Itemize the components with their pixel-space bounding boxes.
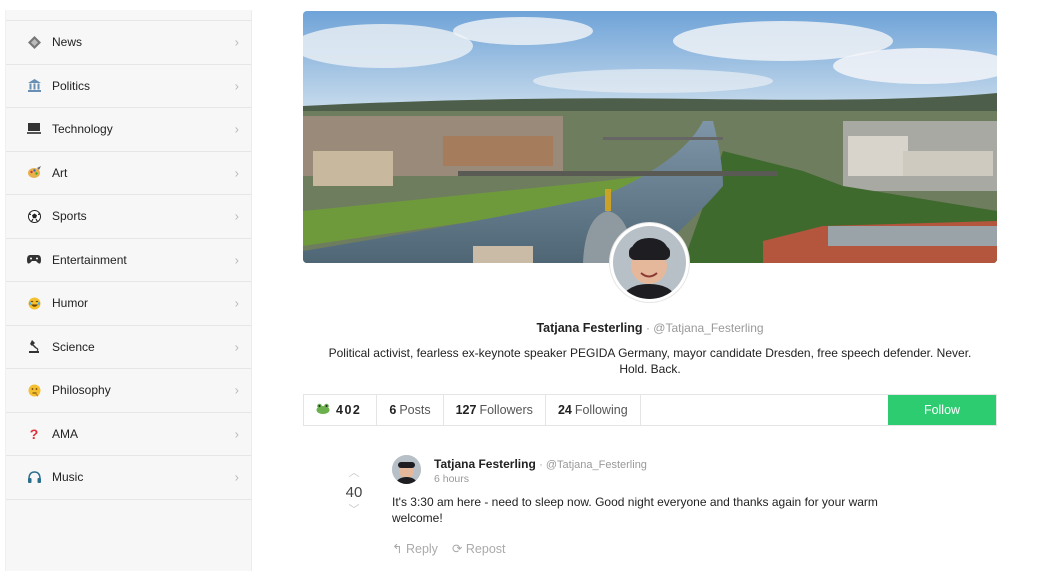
chevron-right-icon: › [234,208,239,224]
post-author-handle: · @Tatjana_Festerling [539,459,647,471]
following-stat[interactable]: 24 Following [546,395,641,425]
profile-bio: Political activist, fearless ex-keynote … [328,346,972,376]
post-actions: ↰ Reply ⟳ Repost [392,541,506,556]
sidebar-item-label: Sports [52,209,87,224]
sidebar-item-label: Technology [52,122,113,137]
post-header: Tatjana Festerling · @Tatjana_Festerling [434,457,647,471]
repost-icon: ⟳ [451,542,463,556]
downvote-arrow-icon[interactable]: ﹀ [338,503,370,517]
profile-handle: · @Tatjana_Festerling [645,321,764,335]
politics-icon [26,78,42,94]
chevron-right-icon: › [234,382,239,398]
sidebar-item-politics[interactable]: Politics › [6,65,251,108]
points-stat: 402 [304,395,378,425]
repost-label: Repost [465,542,506,556]
chevron-right-icon: › [234,295,239,311]
music-icon [26,469,42,485]
sidebar-item-entertainment[interactable]: Entertainment › [6,239,251,282]
chevron-right-icon: › [234,34,239,50]
sidebar-item-news[interactable]: News › [6,21,251,65]
vote-count: 40 [345,484,363,501]
chevron-right-icon: › [234,469,239,485]
post-body: It's 3:30 am here - need to sleep now. G… [392,495,878,525]
followers-stat[interactable]: 127 Followers [444,395,546,425]
chevron-right-icon: › [234,121,239,137]
sidebar-item-art[interactable]: Art › [6,152,251,195]
sidebar-item-music[interactable]: Music › [6,456,251,500]
sidebar-item-label: Humor [52,296,89,311]
sidebar-item-label: AMA [52,426,79,441]
following-count: 24 [557,403,572,417]
reply-label: Reply [405,542,438,556]
chevron-right-icon: › [234,165,239,181]
posts-count: 6 [389,403,397,417]
vote-widget: ︿ 40 ﹀ [338,466,370,517]
reply-button[interactable]: ↰ Reply [392,541,438,556]
frog-icon [316,403,330,417]
category-sidebar: News › Politics › Technology › Art › Spo… [5,10,252,571]
philosophy-icon [26,382,42,398]
art-icon [26,165,42,181]
ama-icon: ? [29,425,39,442]
followers-count: 127 [455,403,477,417]
sidebar-item-label: Philosophy [52,383,111,398]
sidebar-item-label: Science [52,339,95,354]
sidebar-item-label: Art [52,165,68,180]
technology-icon [26,121,42,137]
sidebar-item-label: News [52,35,83,50]
science-icon [26,339,42,355]
chevron-right-icon: › [234,252,239,268]
posts-label: Posts [399,403,431,417]
repost-button[interactable]: ⟳ Repost [452,541,506,556]
following-label: Following [574,403,628,417]
sidebar-item-technology[interactable]: Technology › [6,108,251,152]
profile-stats-bar: 402 6 Posts 127 Followers 24 Following F… [303,394,997,426]
profile-name[interactable]: Tatjana Festerling [536,321,642,335]
news-icon [26,34,42,50]
sidebar-item-ama[interactable]: ? AMA › [6,413,251,456]
sidebar-top-divider [6,10,251,21]
humor-icon [26,295,42,311]
followers-label: Followers [479,403,533,417]
sidebar-item-sports[interactable]: Sports › [6,195,251,239]
upvote-arrow-icon[interactable]: ︿ [338,466,370,480]
sidebar-item-science[interactable]: Science › [6,326,251,369]
sidebar-item-label: Music [52,470,84,485]
post-author-avatar[interactable] [392,455,421,484]
profile-header: Tatjana Festerling · @Tatjana_Festerling [303,321,997,335]
sidebar-item-philosophy[interactable]: Philosophy › [6,369,251,413]
post-timestamp: 6 hours [434,473,470,485]
chevron-right-icon: › [234,78,239,94]
chevron-right-icon: › [234,426,239,442]
sports-icon [26,208,42,224]
chevron-right-icon: › [234,339,239,355]
entertainment-icon [26,252,42,268]
post-author-name[interactable]: Tatjana Festerling [434,457,536,471]
profile-avatar[interactable] [610,223,689,302]
reply-icon: ↰ [392,542,403,556]
follow-button[interactable]: Follow [888,395,996,425]
points-count: 402 [336,403,362,417]
posts-stat[interactable]: 6 Posts [377,395,444,425]
sidebar-item-label: Politics [52,78,91,93]
sidebar-item-label: Entertainment [52,252,127,267]
sidebar-item-humor[interactable]: Humor › [6,282,251,326]
